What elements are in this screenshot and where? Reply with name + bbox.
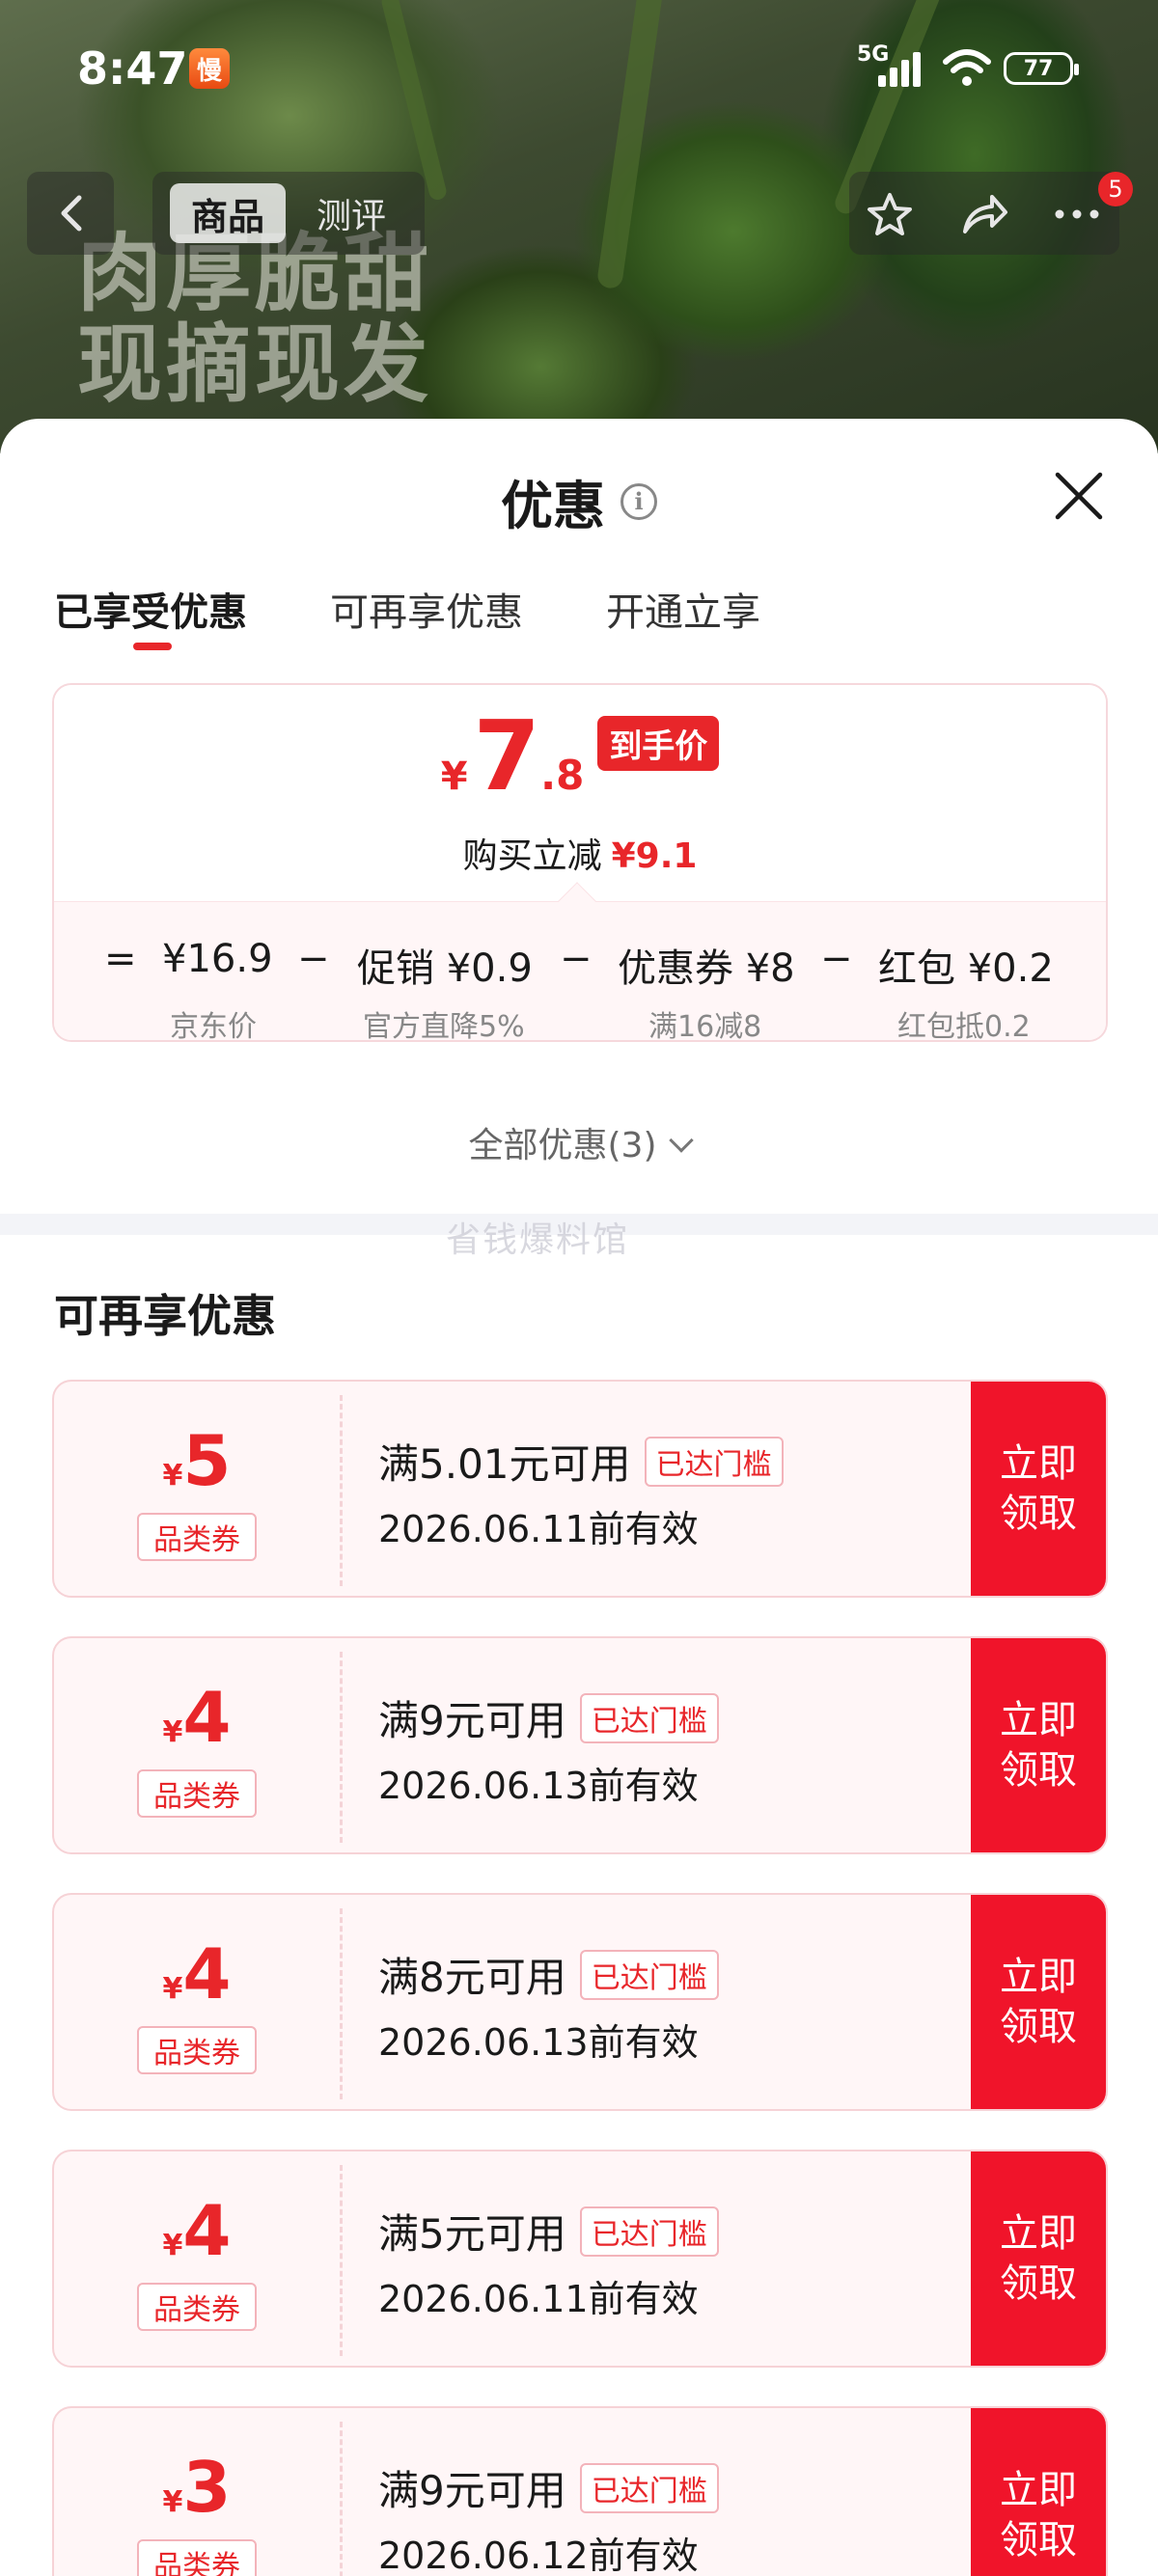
claim-coupon-button[interactable]: 立即 领取: [971, 2151, 1106, 2366]
info-icon[interactable]: i: [620, 482, 657, 520]
threshold-badge: 已达门槛: [579, 1692, 719, 1743]
tab-review[interactable]: 测评: [317, 183, 386, 243]
coupon-validity: 2026.06.12前有效: [378, 2535, 699, 2576]
price-summary-card: ¥ 7 .8 到手价 购买立减 ¥9.1 = ¥16.9 京东价 − 促销 ¥0.…: [52, 683, 1108, 1042]
product-hero-image: 肉厚脆甜 现摘现发 8:47 慢 5G 77 商品 测评 5: [0, 0, 1158, 453]
threshold-badge: 已达门槛: [644, 1436, 784, 1487]
close-icon[interactable]: [1052, 469, 1106, 523]
formula-coupon: 优惠券 ¥8: [618, 946, 795, 991]
threshold-badge: 已达门槛: [579, 1949, 719, 2000]
coupon-condition: 满9元可用 已达门槛: [378, 1688, 719, 1747]
coupon-amount: ¥4: [162, 1677, 232, 1758]
coupon-condition: 满5.01元可用 已达门槛: [378, 1432, 784, 1491]
coupon-validity: 2026.06.11前有效: [378, 1508, 699, 1550]
tab-activate[interactable]: 开通立享: [606, 581, 760, 637]
hero-slogan-line2: 现摘现发: [77, 315, 433, 414]
status-bar: 8:47 慢 5G 77: [0, 0, 1158, 135]
claim-coupon-button[interactable]: 立即 领取: [971, 1638, 1106, 1852]
formula-op: =: [104, 937, 137, 981]
claim-coupon-button[interactable]: 立即 领取: [971, 1895, 1106, 2109]
coupon-card: ¥5 品类券 满5.01元可用 已达门槛 2026.06.11前有效 立即 领取: [52, 1380, 1108, 1598]
formula-red-packet-sub: 红包抵0.2: [897, 1010, 1031, 1042]
coupon-card: ¥3 品类券 满9元可用 已达门槛 2026.06.12前有效 立即 领取: [52, 2406, 1108, 2576]
claim-coupon-button[interactable]: 立即 领取: [971, 2408, 1106, 2576]
tab-product[interactable]: 商品: [170, 183, 286, 243]
back-button[interactable]: [27, 172, 114, 255]
message-count-badge: 5: [1098, 172, 1133, 206]
battery-level: 77: [1023, 56, 1054, 81]
coupon-card: ¥4 品类券 满5元可用 已达门槛 2026.06.11前有效 立即 领取: [52, 2150, 1108, 2368]
status-time: 8:47: [77, 42, 188, 95]
coupon-type: 品类券: [137, 1513, 257, 1561]
more-icon[interactable]: [1052, 191, 1102, 237]
coupon-amount: ¥5: [162, 1420, 232, 1501]
signal-icon: [878, 52, 924, 87]
coupon-type: 品类券: [137, 1769, 257, 1818]
reduce-value: ¥9.1: [611, 836, 698, 876]
coupon-amount: ¥3: [162, 2447, 232, 2528]
nav-actions: [849, 172, 1119, 255]
formula-promo-sub: 官方直降5%: [363, 1010, 525, 1042]
section-title-more-deals: 可再享优惠: [54, 1290, 276, 1342]
formula-jd-price-sub: 京东价: [170, 1010, 257, 1042]
share-icon[interactable]: [959, 191, 1009, 237]
price-formula: = ¥16.9 京东价 − 促销 ¥0.9 官方直降5% − 优惠券 ¥8 满1…: [54, 901, 1106, 1042]
coupon-card: ¥4 品类券 满9元可用 已达门槛 2026.06.13前有效 立即 领取: [52, 1636, 1108, 1854]
formula-red-packet: 红包 ¥0.2: [878, 946, 1054, 991]
formula-promo: 促销 ¥0.9: [357, 946, 533, 991]
formula-coupon-sub: 满16减8: [648, 1010, 762, 1042]
sheet-title-text: 优惠: [501, 476, 605, 536]
app-badge-icon: 慢: [189, 48, 230, 89]
reduce-line: 购买立减 ¥9.1: [462, 836, 698, 876]
formula-op: −: [820, 937, 853, 981]
battery-icon: 77: [1004, 52, 1079, 85]
coupon-validity: 2026.06.11前有效: [378, 2278, 699, 2320]
product-nav-tabs: 商品 测评: [152, 172, 425, 255]
coupon-type: 品类券: [137, 2026, 257, 2074]
final-price: ¥ 7 .8 到手价: [54, 708, 1106, 805]
coupon-condition: 满8元可用 已达门槛: [378, 1945, 719, 2004]
tab-more-available[interactable]: 可再享优惠: [330, 581, 523, 637]
discount-sheet: 优惠 i 已享受优惠 可再享优惠 开通立享 ¥ 7 .8 到手价 购买立减 ¥9.…: [0, 419, 1158, 2576]
wifi-icon: [943, 49, 991, 86]
coupon-type: 品类券: [137, 2539, 257, 2576]
tab-underline: [133, 643, 172, 650]
coupon-amount: ¥4: [162, 2190, 232, 2271]
coupon-condition: 满5元可用 已达门槛: [378, 2202, 719, 2261]
threshold-badge: 已达门槛: [579, 2206, 719, 2257]
coupon-card: ¥4 品类券 满8元可用 已达门槛 2026.06.13前有效 立即 领取: [52, 1893, 1108, 2111]
formula-jd-price: ¥16.9: [162, 937, 273, 981]
formula-op: −: [560, 937, 593, 981]
back-arrow-icon: [61, 195, 82, 232]
claim-coupon-button[interactable]: 立即 领取: [971, 1382, 1106, 1596]
coupon-condition: 满9元可用 已达门槛: [378, 2458, 719, 2517]
coupon-type: 品类券: [137, 2283, 257, 2331]
threshold-badge: 已达门槛: [579, 2462, 719, 2513]
watermark: 省钱爆料馆: [446, 1220, 630, 1260]
star-icon[interactable]: [865, 191, 915, 237]
coupon-validity: 2026.06.13前有效: [378, 2021, 699, 2064]
final-price-tag: 到手价: [597, 715, 720, 771]
sheet-title: 优惠 i: [0, 463, 1158, 539]
coupon-validity: 2026.06.13前有效: [378, 1765, 699, 1807]
chevron-down-icon: [668, 1128, 694, 1153]
formula-op: −: [297, 937, 330, 981]
tab-enjoyed[interactable]: 已享受优惠: [54, 581, 247, 637]
coupon-amount: ¥4: [162, 1933, 232, 2014]
all-deals-toggle[interactable]: 全部优惠(3): [0, 1117, 1158, 1167]
